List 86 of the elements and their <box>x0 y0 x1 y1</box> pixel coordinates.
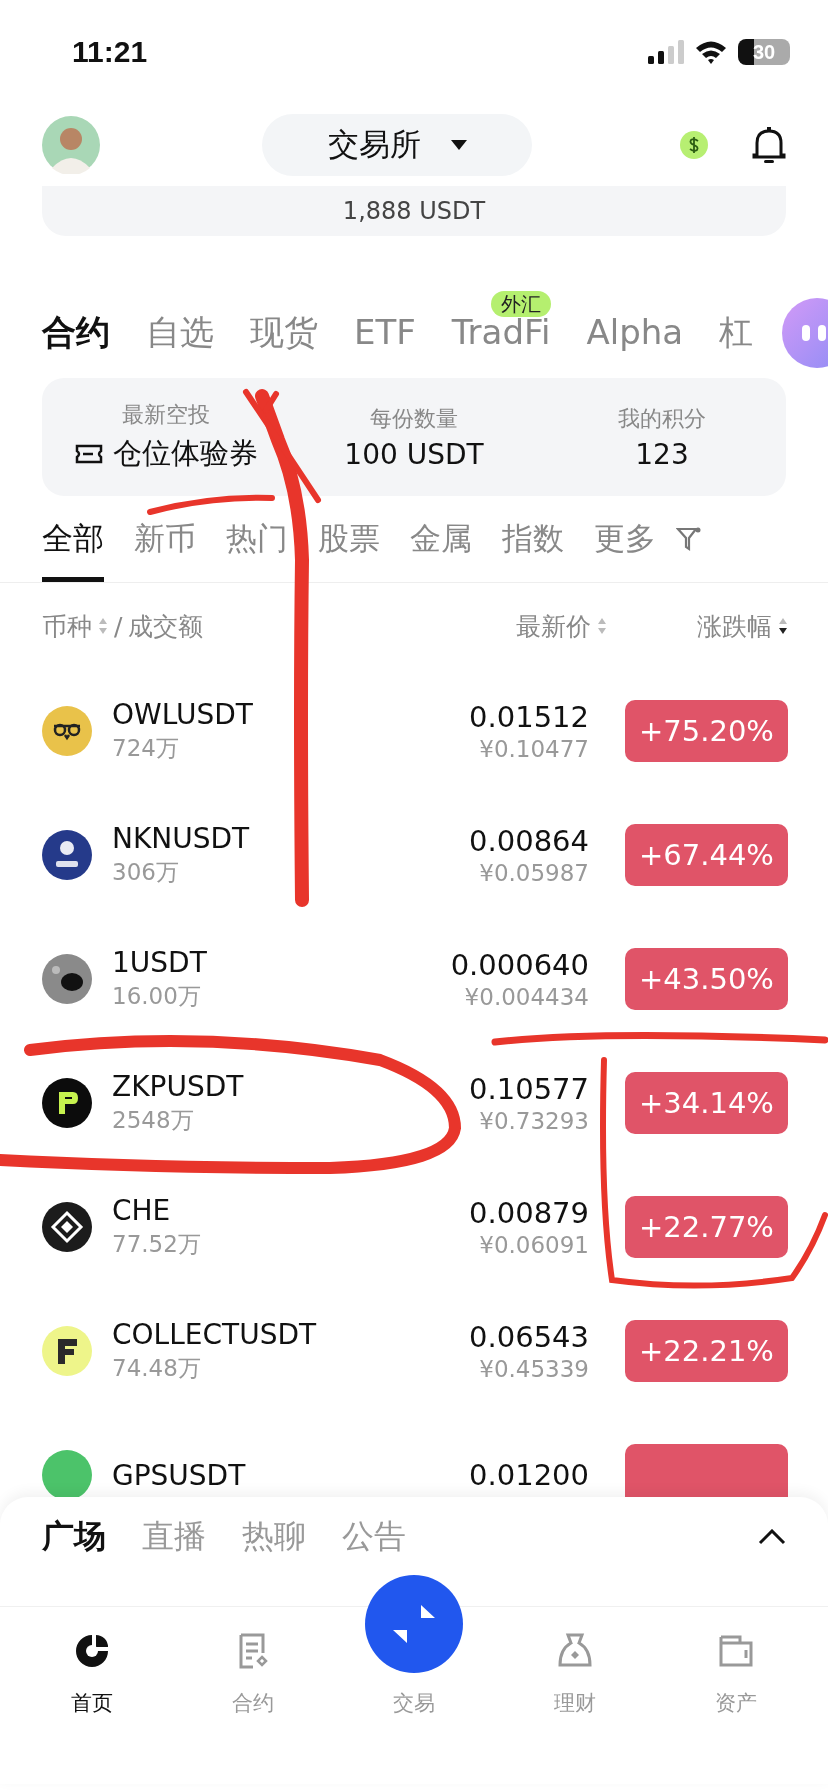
volume-text: 306万 <box>112 858 180 887</box>
volume-text: 2548万 <box>112 1106 195 1135</box>
change-badge: +34.14% <box>625 1072 788 1134</box>
chevron-up-icon[interactable] <box>758 1528 786 1545</box>
nav-item[interactable]: 资产 <box>655 1607 816 1717</box>
notification-bell-icon[interactable] <box>752 126 786 164</box>
column-header[interactable]: 成交额 <box>128 609 204 643</box>
column-separator: / <box>114 611 123 641</box>
pair-name: ZKPUSDT <box>112 1070 245 1103</box>
change-badge: +22.21% <box>625 1320 788 1382</box>
airdrop-label: 最新空投 <box>122 401 210 429</box>
column-header[interactable]: 涨跌幅 <box>697 609 772 643</box>
pair-name: COLLECTUSDT <box>112 1318 318 1351</box>
diamond-logo-icon <box>42 1202 92 1252</box>
volume-text: 77.52万 <box>112 1230 202 1259</box>
volume-text: 724万 <box>112 734 180 763</box>
market-tab[interactable]: 外汇 TradFi <box>451 290 551 352</box>
airdrop-value: 仓位体验券 <box>112 435 258 472</box>
letter-p-logo-icon <box>42 1078 92 1128</box>
price-cny-text: ¥0.10477 <box>479 736 589 762</box>
price-text: 0.10577 <box>469 1072 589 1106</box>
category-tab[interactable]: 更多 <box>594 496 656 582</box>
nav-item[interactable]: 理财 <box>494 1607 656 1717</box>
crater-logo-icon <box>42 954 92 1004</box>
feed-tab[interactable]: 公告 <box>342 1514 406 1559</box>
airdrop-label: 每份数量 <box>370 404 458 433</box>
change-badge: +22.77% <box>625 1196 788 1258</box>
airdrop-label: 我的积分 <box>618 404 706 433</box>
category-tab[interactable]: 股票 <box>318 496 380 582</box>
market-tab[interactable]: 杠 <box>719 312 754 352</box>
price-text: 0.01200 <box>469 1458 589 1492</box>
caret-icon <box>450 140 467 150</box>
pair-name: NKNUSDT <box>112 822 251 855</box>
change-badge: +75.20% <box>625 700 788 762</box>
market-tab[interactable]: 现货 <box>250 312 318 352</box>
nav-item[interactable]: 合约 <box>172 1607 334 1717</box>
pair-name: GPSUSDT <box>112 1458 247 1492</box>
category-tab[interactable]: 热门 <box>226 496 288 582</box>
price-text: 0.06543 <box>469 1320 589 1354</box>
balance-text: 1,888 USDT <box>342 197 486 225</box>
column-header[interactable]: 币种 <box>42 609 92 643</box>
volume-text: 16.00万 <box>112 982 202 1011</box>
price-text: 0.00864 <box>469 824 589 858</box>
price-text: 0.00879 <box>469 1196 589 1230</box>
owl-logo-icon <box>42 706 92 756</box>
price-cny-text: ¥0.06091 <box>479 1232 589 1258</box>
filter-icon[interactable] <box>676 526 702 552</box>
category-tab[interactable]: 指数 <box>502 496 564 582</box>
signal-icon <box>648 40 684 64</box>
market-tab[interactable]: 自选 <box>146 312 214 352</box>
wifi-icon <box>694 39 728 65</box>
tab-badge: 外汇 <box>490 290 551 317</box>
coin-logo-icon <box>42 1450 92 1497</box>
ticket-icon <box>74 444 103 464</box>
price-cny-text: ¥0.73293 <box>479 1108 589 1134</box>
market-tab[interactable]: 合约 <box>42 312 110 352</box>
category-tab[interactable]: 新币 <box>134 496 196 582</box>
pair-name: 1USDT <box>112 946 208 979</box>
category-tab[interactable]: 全部 <box>42 496 104 582</box>
exchange-selector[interactable]: 交易所 <box>262 114 532 176</box>
status-time: 11:21 <box>72 35 148 69</box>
price-cny-text: ¥0.45339 <box>479 1356 589 1382</box>
change-badge: +43.50% <box>625 948 788 1010</box>
feed-tab[interactable]: 直播 <box>142 1514 206 1559</box>
airdrop-value: 123 <box>635 437 689 471</box>
market-tab[interactable]: ETF <box>354 312 416 352</box>
column-header[interactable]: 最新价 <box>516 609 591 643</box>
dollar-coin-icon[interactable] <box>680 131 708 159</box>
pair-name: CHE <box>112 1194 172 1227</box>
price-text: 0.000640 <box>450 948 589 982</box>
category-tab[interactable]: 金属 <box>410 496 472 582</box>
avatar[interactable] <box>42 116 100 174</box>
price-text: 0.01512 <box>469 700 589 734</box>
change-badge: +67.44% <box>625 824 788 886</box>
market-tab[interactable]: Alpha <box>586 312 684 352</box>
letter-f-logo-icon <box>42 1326 92 1376</box>
swap-icon <box>365 1575 463 1673</box>
price-cny-text: ¥0.004434 <box>464 984 589 1010</box>
feed-tab[interactable]: 热聊 <box>242 1514 306 1559</box>
feed-tab[interactable]: 广场 <box>42 1514 106 1559</box>
airdrop-value: 100 USDT <box>344 437 484 471</box>
price-cny-text: ¥0.05987 <box>479 860 589 886</box>
trade-nav-item[interactable]: 交易 <box>333 1561 495 1717</box>
nav-item[interactable]: 首页 <box>12 1607 173 1717</box>
pair-name: OWLUSDT <box>112 698 254 731</box>
volume-text: 74.48万 <box>112 1354 202 1383</box>
